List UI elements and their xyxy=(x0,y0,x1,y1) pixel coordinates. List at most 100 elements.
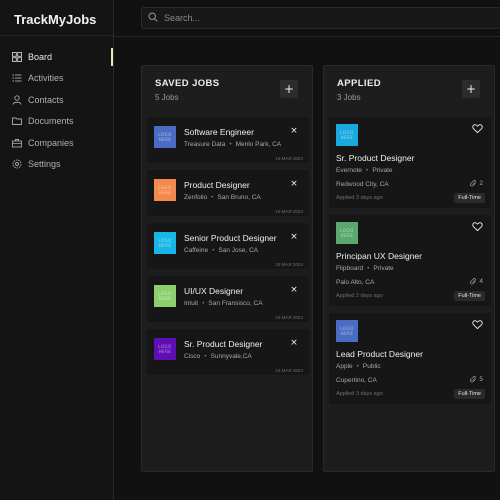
close-icon[interactable]: × xyxy=(290,180,298,189)
attachment-count: 5 xyxy=(479,376,483,383)
attachment-count: 2 xyxy=(479,180,483,187)
add-saved-job-button[interactable]: + xyxy=(280,80,298,98)
saved-date: 18 MAR 2024 xyxy=(275,209,303,214)
sidebar: TrackMyJobs Board Activities Contacts Do… xyxy=(0,0,114,500)
heart-icon[interactable] xyxy=(472,122,483,134)
folder-icon xyxy=(12,116,22,126)
company-logo: LOGO HERE xyxy=(154,126,176,148)
column-header: SAVED JOBS 5 Jobs + xyxy=(142,66,312,110)
applied-time: Applied 2 days ago xyxy=(336,293,383,299)
job-card[interactable]: LOGO HERE Lead Product Designer Apple • Pu… xyxy=(329,313,491,404)
sidebar-nav: Board Activities Contacts Documents Comp… xyxy=(0,46,113,175)
board-icon xyxy=(12,51,22,62)
close-icon[interactable]: × xyxy=(290,233,298,242)
job-meta: Apple • Public xyxy=(336,363,381,370)
job-title: Principan UX Designer xyxy=(336,251,422,261)
visibility-label: Private xyxy=(372,167,393,174)
separator-dot: • xyxy=(367,265,370,272)
saved-date: 18 MAR 2024 xyxy=(275,262,303,267)
sidebar-item-label: Board xyxy=(28,51,53,62)
job-card[interactable]: LOGO HERE Software Engineer Treasure Dat… xyxy=(147,117,309,163)
search-icon xyxy=(148,9,164,27)
job-meta: Flipboard • Private xyxy=(336,265,394,272)
company-logo: LOGO HERE xyxy=(336,222,358,244)
column-header: APPLIED 3 Jobs + xyxy=(324,66,494,110)
job-card[interactable]: LOGO HERE UI/UX Designer Intuit • San Fran… xyxy=(147,276,309,322)
app-logo-title: TrackMyJobs xyxy=(0,0,113,36)
sidebar-item-label: Settings xyxy=(28,159,61,170)
job-meta: Evernote • Private xyxy=(336,167,393,174)
job-title: Software Engineer xyxy=(184,127,254,137)
job-meta: Zenfolio • San Bruno, CA xyxy=(184,194,261,201)
company-logo: LOGO HERE xyxy=(154,338,176,360)
applied-time: Applied 3 days ago xyxy=(336,195,383,201)
separator-dot: • xyxy=(356,363,359,370)
search-box[interactable] xyxy=(141,7,500,29)
job-title: Sr. Product Designer xyxy=(336,153,415,163)
briefcase-icon xyxy=(12,138,22,148)
sidebar-item-board[interactable]: Board xyxy=(0,46,113,68)
company-logo: LOGO HERE xyxy=(154,285,176,307)
sidebar-item-contacts[interactable]: Contacts xyxy=(0,89,113,111)
separator-dot: • xyxy=(366,167,369,174)
company-logo: LOGO HERE xyxy=(154,179,176,201)
heart-icon[interactable] xyxy=(472,318,483,330)
attachments: 2 xyxy=(470,180,483,187)
job-location: San Jose, CA xyxy=(218,247,259,254)
close-icon[interactable]: × xyxy=(290,339,298,348)
company-name: Apple xyxy=(336,363,353,370)
saved-jobs-column: SAVED JOBS 5 Jobs + LOGO HERE Software E… xyxy=(141,65,313,472)
heart-icon[interactable] xyxy=(472,220,483,232)
add-applied-job-button[interactable]: + xyxy=(462,80,480,98)
job-type-badge: Full-Time xyxy=(454,291,485,301)
sidebar-item-activities[interactable]: Activities xyxy=(0,68,113,90)
separator-dot: • xyxy=(211,194,214,201)
job-title: Sr. Product Designer xyxy=(184,339,263,349)
company-name: Cisco xyxy=(184,353,201,360)
applied-time: Applied 3 days ago xyxy=(336,391,383,397)
paperclip-icon xyxy=(470,376,477,383)
search-input[interactable] xyxy=(164,13,464,23)
attachments: 4 xyxy=(470,278,483,285)
company-name: Caffeine xyxy=(184,247,209,254)
job-card[interactable]: LOGO HERE Sr. Product Designer Evernote •… xyxy=(329,117,491,208)
job-location: Sunnyvale,CA xyxy=(210,353,252,360)
sidebar-item-documents[interactable]: Documents xyxy=(0,111,113,133)
app: TrackMyJobs Board Activities Contacts Do… xyxy=(0,0,500,500)
separator-dot: • xyxy=(204,353,207,360)
job-type-badge: Full-Time xyxy=(454,193,485,203)
job-card[interactable]: LOGO HERE Senior Product Designer Caffei… xyxy=(147,223,309,269)
saved-date: 18 MAR 2024 xyxy=(275,315,303,320)
close-icon[interactable]: × xyxy=(290,286,298,295)
separator-dot: • xyxy=(229,141,232,148)
topbar xyxy=(114,0,500,37)
gear-icon xyxy=(12,159,22,169)
job-meta: Treasure Data • Menlo Park, CA xyxy=(184,141,281,148)
job-card[interactable]: LOGO HERE Sr. Product Designer Cisco • Sun… xyxy=(147,329,309,375)
saved-date: 18 MAR 2024 xyxy=(275,156,303,161)
sidebar-item-settings[interactable]: Settings xyxy=(0,154,113,176)
separator-dot: • xyxy=(202,300,205,307)
job-meta: Cisco • Sunnyvale,CA xyxy=(184,353,252,360)
sidebar-item-label: Contacts xyxy=(28,94,64,105)
sidebar-item-label: Documents xyxy=(28,116,74,127)
paperclip-icon xyxy=(470,180,477,187)
job-location: San Bruno, CA xyxy=(217,194,261,201)
close-icon[interactable]: × xyxy=(290,127,298,136)
job-location: San Fransisco, CA xyxy=(208,300,263,307)
sidebar-item-label: Companies xyxy=(28,137,74,148)
separator-dot: • xyxy=(212,247,215,254)
sidebar-item-label: Activities xyxy=(28,73,64,84)
job-location: Palo Alto, CA xyxy=(336,279,375,286)
attachment-count: 4 xyxy=(479,278,483,285)
sidebar-item-companies[interactable]: Companies xyxy=(0,132,113,154)
company-name: Evernote xyxy=(336,167,363,174)
job-type-badge: Full-Time xyxy=(454,389,485,399)
company-logo: LOGO HERE xyxy=(336,320,358,342)
job-card[interactable]: LOGO HERE Principan UX Designer Flipboar… xyxy=(329,215,491,306)
company-name: Flipboard xyxy=(336,265,364,272)
job-meta: Caffeine • San Jose, CA xyxy=(184,247,258,254)
job-card[interactable]: LOGO HERE Product Designer Zenfolio • San … xyxy=(147,170,309,216)
attachments: 5 xyxy=(470,376,483,383)
visibility-label: Private xyxy=(373,265,394,272)
